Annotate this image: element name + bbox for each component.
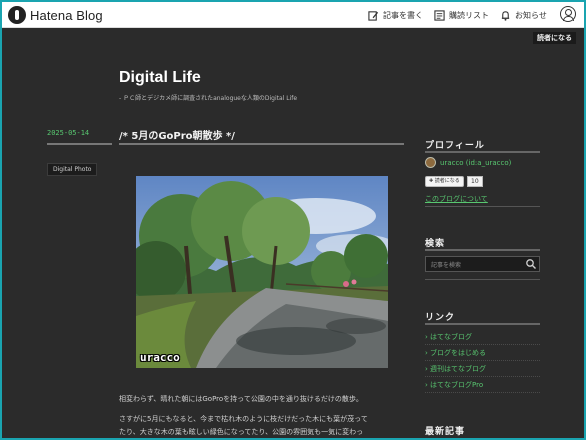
blog-description: - ＰＣ師とデジカメ師に調査されたanalogueな人類のDigital Lif… [119, 95, 298, 102]
reading-list-link[interactable]: 購読リスト [434, 5, 489, 25]
search-input[interactable]: 記事を検索 [425, 256, 540, 272]
subscriber-count: 10 [467, 176, 483, 187]
link-item[interactable]: › 週刊はてなブログ [425, 362, 540, 377]
entry-photo[interactable] [136, 176, 388, 368]
about-blog-link[interactable]: このブログについて [425, 194, 488, 204]
search-heading: 検索 [425, 239, 446, 249]
blog-title[interactable]: Digital Life [119, 69, 201, 87]
search-placeholder: 記事を検索 [431, 262, 462, 269]
profile-divider [425, 151, 540, 153]
link-item-label: ブログをはじめる [430, 349, 487, 357]
profile-subscribe-button[interactable]: ✚ 読者になる [425, 176, 464, 187]
photo-watermark: uracco [140, 351, 180, 364]
entry-paragraph-2: さすがに5月にもなると、今まで枯れ木のように枝だけだった木にも葉が茂って [119, 415, 368, 423]
write-post-link[interactable]: 記事を書く [368, 5, 423, 25]
links-heading: リンク [425, 313, 456, 323]
subscribe-button[interactable]: 読者になる [533, 32, 576, 44]
search-bottom-divider [425, 279, 540, 280]
entry-date[interactable]: 2025-05-14 [47, 129, 89, 137]
link-item-label: 週刊はてなブログ [430, 365, 487, 373]
entry-title[interactable]: /* 5月のGoPro朝散歩 */ [119, 127, 235, 142]
entry-paragraph-3: たり、大きな木の葉も眩しい緑色になってたり、公園の雰囲気も一気に変わっ [119, 428, 364, 436]
search-icon[interactable] [525, 258, 537, 270]
link-item[interactable]: › ブログをはじめる [425, 346, 540, 361]
profile-avatar[interactable] [425, 157, 436, 168]
notifications-label: お知らせ [515, 10, 547, 20]
reading-list-label: 購読リスト [449, 10, 489, 20]
link-item[interactable]: › はてなブログ [425, 330, 540, 345]
search-divider [425, 249, 540, 251]
bookmark-list-icon [434, 9, 445, 21]
hatena-logo-icon [8, 6, 26, 24]
hatena-blog-logo[interactable]: Hatena Blog [8, 5, 103, 25]
hatena-global-header: Hatena Blog 記事を書く 購読リスト お知らせ [2, 0, 584, 28]
user-icon[interactable] [560, 6, 576, 22]
recent-posts-heading: 最新記事 [425, 427, 466, 437]
hatena-logo-text: Hatena Blog [30, 7, 103, 23]
pencil-icon [368, 10, 379, 21]
profile-bottom-divider [425, 206, 540, 207]
profile-heading: プロフィール [425, 141, 485, 151]
link-item-label: はてなブログPro [430, 381, 484, 389]
page-frame: Hatena Blog 記事を書く 購読リスト お知らせ 読者になる Digit… [0, 0, 586, 440]
profile-username[interactable]: uracco (id:a_uracco) [440, 159, 511, 167]
links-divider [425, 323, 540, 325]
write-post-label: 記事を書く [383, 10, 423, 20]
link-item[interactable]: › はてなブログPro [425, 378, 540, 393]
profile-subscribe-label: 読者になる [434, 178, 460, 184]
notifications-link[interactable]: お知らせ [500, 5, 547, 25]
entry-paragraph-1: 相変わらず、晴れた朝にはGoProを持って公園の中を通り抜けるだけの散歩。 [119, 395, 363, 403]
link-item-label: はてなブログ [430, 333, 473, 341]
category-tag[interactable]: Digital Photo [47, 163, 98, 176]
entry-divider-left [47, 143, 112, 145]
park-photo-illustration [136, 176, 388, 368]
entry-divider [119, 143, 404, 145]
bell-icon [501, 10, 510, 21]
